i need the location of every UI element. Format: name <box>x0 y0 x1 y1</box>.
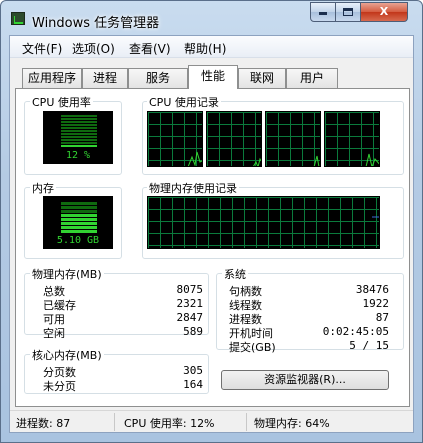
system-processes-value: 87 <box>375 311 389 324</box>
system-uptime-value: 0:02:45:05 <box>322 325 389 338</box>
window-title: Windows 任务管理器 <box>32 16 160 31</box>
tab-processes[interactable]: 进程 <box>82 68 128 88</box>
physical-free-label: 空闲 <box>43 327 65 340</box>
cpu-usage-meter: 12 % <box>43 111 113 164</box>
cpu-history-title: CPU 使用记录 <box>147 94 221 110</box>
system-title: 系统 <box>222 266 248 282</box>
memory-value: 5.10 GB <box>56 235 100 246</box>
memory-meter-segment <box>61 202 97 205</box>
cpu-meter-segment <box>61 139 97 141</box>
minimize-icon <box>319 12 327 15</box>
minimize-button[interactable] <box>310 2 336 22</box>
memory-meter-segment <box>61 226 97 229</box>
physical-memory-title: 物理内存(MB) <box>30 266 104 282</box>
tab-applications[interactable]: 应用程序 <box>22 68 82 88</box>
cpu-usage-bars <box>61 115 97 148</box>
memory-meter: 5.10 GB <box>43 196 113 249</box>
system-commit-label: 提交(GB) <box>229 341 276 354</box>
kernel-nonpaged-label: 未分页 <box>43 380 76 393</box>
cpu-meter-segment <box>61 121 97 123</box>
maximize-button[interactable] <box>335 2 361 22</box>
cpu-meter-segment <box>61 127 97 129</box>
cpu-meter-segment <box>61 130 97 132</box>
cpu-core-1-graph <box>147 111 203 167</box>
cpu-core-3-graph <box>265 111 321 167</box>
cpu-meter-segment <box>61 118 97 120</box>
memory-title: 内存 <box>30 180 56 196</box>
client-area: 文件(F) 选项(O) 查看(V) 帮助(H) 应用程序 进程 服务 性能 联网… <box>9 35 414 433</box>
memory-meter-segment <box>61 218 97 221</box>
cpu-core-1-line <box>187 151 202 166</box>
tab-performance[interactable]: 性能 <box>188 65 238 89</box>
menu-bar: 文件(F) 选项(O) 查看(V) 帮助(H) <box>10 36 413 58</box>
physical-free-value: 589 <box>183 325 203 338</box>
resource-monitor-button[interactable]: 资源监视器(R)... <box>221 370 389 390</box>
status-cpu: CPU 使用率: 12% <box>124 417 215 430</box>
tab-users[interactable]: 用户 <box>286 68 338 88</box>
menu-view[interactable]: 查看(V) <box>129 40 171 57</box>
cpu-meter-segment <box>61 133 97 135</box>
system-commit-value: 5 / 15 <box>349 339 389 352</box>
cpu-meter-segment <box>61 115 97 117</box>
kernel-nonpaged-value: 164 <box>183 378 203 391</box>
cpu-usage-value: 12 % <box>65 150 91 161</box>
cpu-usage-title: CPU 使用率 <box>30 94 93 110</box>
memory-meter-segment <box>61 222 97 225</box>
physical-available-value: 2847 <box>176 311 204 324</box>
cpu-core-4-line <box>365 153 379 166</box>
title-bar[interactable]: Windows 任务管理器 X <box>1 1 422 35</box>
tab-services[interactable]: 服务 <box>128 68 188 88</box>
cpu-meter-segment <box>61 124 97 126</box>
cpu-core-2-line <box>253 157 261 166</box>
cpu-core-4-graph <box>324 111 380 167</box>
menu-options[interactable]: 选项(O) <box>72 40 115 57</box>
cpu-meter-segment <box>61 142 97 144</box>
maximize-icon <box>343 8 353 16</box>
system-handles-value: 38476 <box>355 283 389 296</box>
close-icon: X <box>379 5 389 18</box>
tab-networking[interactable]: 联网 <box>238 68 286 88</box>
performance-panel: CPU 使用率 12 % CPU 使用记录 内存 5.10 GB 物理内存使用记… <box>15 88 410 407</box>
kernel-paged-value: 305 <box>183 364 203 377</box>
kernel-memory-title: 核心内存(MB) <box>30 347 104 363</box>
status-divider <box>114 413 115 431</box>
memory-meter-segment <box>61 210 97 213</box>
close-button[interactable]: X <box>360 2 408 22</box>
task-manager-icon <box>11 12 25 25</box>
cpu-core-3-line <box>313 155 320 166</box>
status-memory: 物理内存: 64% <box>254 417 330 430</box>
task-manager-window: Windows 任务管理器 X 文件(F) 选项(O) 查看(V) 帮助(H) … <box>0 0 423 443</box>
memory-history-graph <box>147 196 380 249</box>
memory-meter-segment <box>61 230 97 233</box>
menu-file[interactable]: 文件(F) <box>22 40 62 57</box>
status-processes: 进程数: 87 <box>16 417 71 430</box>
memory-history-title: 物理内存使用记录 <box>147 180 239 196</box>
status-bar: 进程数: 87 CPU 使用率: 12% 物理内存: 64% <box>10 410 413 432</box>
cpu-meter-segment <box>61 145 97 147</box>
menu-help[interactable]: 帮助(H) <box>184 40 226 57</box>
cpu-meter-segment <box>61 136 97 138</box>
memory-meter-segment <box>61 206 97 209</box>
physical-cached-value: 2321 <box>176 297 204 310</box>
cpu-core-2-graph <box>206 111 262 167</box>
status-divider <box>246 413 247 431</box>
memory-meter-segment <box>61 214 97 217</box>
memory-bars <box>61 202 97 234</box>
physical-total-value: 8075 <box>176 283 204 296</box>
system-threads-value: 1922 <box>362 297 390 310</box>
